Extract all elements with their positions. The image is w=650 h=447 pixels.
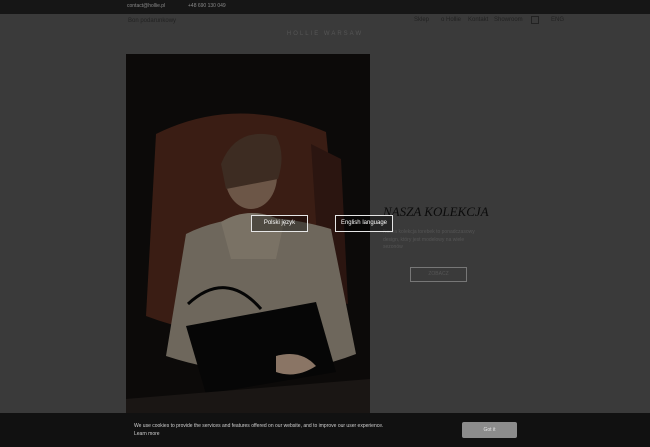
nav-item-shop[interactable]: Sklep (414, 17, 429, 23)
learn-more-link[interactable]: Learn more (134, 431, 160, 437)
hero-photo-illustration (126, 54, 370, 424)
cart-icon[interactable] (531, 16, 539, 24)
got-it-button[interactable]: Got it (462, 422, 517, 438)
english-language-button[interactable]: English language (335, 215, 393, 232)
top-bar: contact@hollie.pl +48 690 130 049 (0, 0, 650, 14)
nav-item-contact[interactable]: Kontakt (468, 17, 488, 23)
nav-item-about[interactable]: o Hollie (441, 17, 461, 23)
cookie-text: We use cookies to provide the services a… (134, 423, 384, 429)
cookie-banner: We use cookies to provide the services a… (0, 413, 650, 447)
polish-language-button[interactable]: Polski język (251, 215, 308, 232)
collection-description: Nasza kolekcja torebek to ponadczasowy d… (383, 229, 475, 250)
contact-email[interactable]: contact@hollie.pl (127, 3, 165, 9)
nav-item-showroom[interactable]: Showroom (494, 17, 523, 23)
language-switch[interactable]: ENG (551, 17, 564, 23)
collection-heading: NASZA KOLEKCJA (383, 204, 489, 219)
contact-phone[interactable]: +48 690 130 049 (188, 3, 226, 9)
hero-photo (126, 54, 370, 424)
brand-logo[interactable]: HOLLIE WARSAW (0, 31, 650, 37)
gift-card-link[interactable]: Bon podarunkowy (128, 18, 176, 24)
see-collection-button[interactable]: ZOBACZ (410, 267, 467, 282)
